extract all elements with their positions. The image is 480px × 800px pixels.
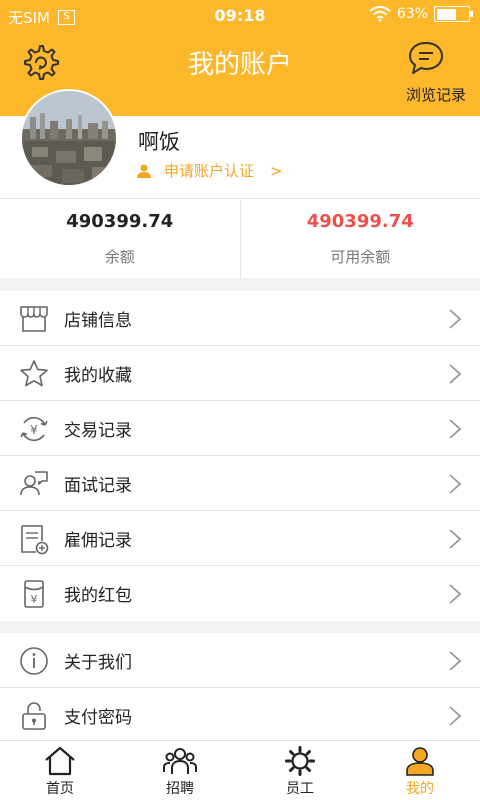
menu-item-label: 店铺信息 — [64, 310, 132, 331]
tab-mine[interactable]: 我的 — [360, 741, 480, 800]
home-icon — [45, 746, 75, 776]
chevron-right-icon — [449, 419, 462, 439]
balance-available-amount: 490399.74 — [306, 211, 414, 232]
menu-item-label: 关于我们 — [64, 652, 132, 673]
tab-recruit[interactable]: 招聘 — [120, 741, 240, 800]
username: 啊饭 — [138, 130, 180, 154]
chevron-right-icon — [449, 309, 462, 329]
chevron-right-icon — [449, 651, 462, 671]
chevron-right-icon — [449, 706, 462, 726]
chevron-right-icon — [449, 584, 462, 604]
svg-text:¥: ¥ — [31, 593, 38, 606]
menu-item-transactions[interactable]: ¥ 交易记录 — [0, 401, 480, 456]
apply-verification-label: 申请账户认证 — [164, 162, 255, 180]
battery-percent: 63% — [396, 6, 428, 22]
chat-bubble-icon — [409, 42, 443, 74]
status-bar: 无SIM S 09:18 63% — [0, 0, 480, 32]
balance-total-label: 余额 — [104, 248, 135, 266]
red-packet-icon: ¥ — [24, 580, 44, 608]
battery-icon — [434, 6, 473, 22]
chevron-right-icon — [449, 474, 462, 494]
chevron-right-icon: > — [270, 161, 283, 180]
info-icon — [20, 647, 48, 675]
profile-card: 啊饭 申请账户认证 > — [0, 89, 480, 198]
tab-label: 员工 — [286, 781, 314, 797]
menu-item-payment-password[interactable]: 支付密码 — [0, 688, 480, 743]
menu-item-label: 雇佣记录 — [64, 530, 132, 551]
menu-item-interviews[interactable]: 面试记录 — [0, 456, 480, 511]
user-icon — [137, 164, 151, 178]
balance-total[interactable]: 490399.74 余额 — [0, 199, 240, 278]
tab-home[interactable]: 首页 — [0, 741, 120, 800]
profile-icon — [406, 747, 434, 776]
browse-history-label: 浏览记录 — [405, 86, 466, 104]
menu-item-red-packet[interactable]: ¥ 我的红包 — [0, 566, 480, 621]
tab-label: 招聘 — [166, 781, 194, 797]
menu-item-store-info[interactable]: 店铺信息 — [0, 291, 480, 346]
menu-item-favorites[interactable]: 我的收藏 — [0, 346, 480, 401]
menu-group-settings: 关于我们 支付密码 — [0, 633, 480, 743]
menu-item-label: 我的收藏 — [64, 365, 132, 386]
balance-available[interactable]: 490399.74 可用余额 — [239, 199, 480, 278]
store-icon — [20, 306, 48, 332]
balance-available-label: 可用余额 — [330, 248, 391, 266]
menu-item-label: 交易记录 — [64, 420, 132, 441]
transaction-icon: ¥ — [20, 416, 48, 442]
browse-history-button[interactable]: 浏览记录 — [386, 40, 466, 114]
tab-label: 首页 — [46, 781, 74, 797]
lock-icon — [22, 702, 46, 730]
recruit-icon — [163, 748, 197, 774]
interview-icon — [20, 471, 48, 496]
employee-gear-icon — [285, 746, 315, 776]
avatar-cityscape-image — [22, 91, 116, 185]
chevron-right-icon — [449, 364, 462, 384]
bottom-tab-bar: 首页 招聘 员工 我的 — [0, 740, 480, 800]
menu-group-main: 店铺信息 我的收藏 ¥ 交易记录 面试记录 雇佣记录 ¥ 我的红包 — [0, 291, 480, 621]
star-icon — [20, 360, 48, 387]
menu-item-label: 面试记录 — [64, 475, 132, 496]
menu-item-about-us[interactable]: 关于我们 — [0, 633, 480, 688]
employment-icon — [21, 525, 49, 555]
menu-item-label: 我的红包 — [64, 586, 132, 606]
wifi-icon — [369, 6, 391, 22]
apply-verification-link[interactable]: 申请账户认证 > — [136, 160, 283, 181]
svg-text:¥: ¥ — [30, 423, 38, 437]
menu-item-employment[interactable]: 雇佣记录 — [0, 511, 480, 566]
tab-label: 我的 — [406, 781, 434, 797]
chevron-right-icon — [449, 529, 462, 549]
avatar[interactable] — [20, 89, 118, 187]
balance-total-amount: 490399.74 — [66, 211, 174, 232]
menu-item-label: 支付密码 — [64, 708, 132, 728]
tab-employees[interactable]: 员工 — [240, 741, 360, 800]
balance-panel: 490399.74 余额 490399.74 可用余额 — [0, 198, 480, 278]
